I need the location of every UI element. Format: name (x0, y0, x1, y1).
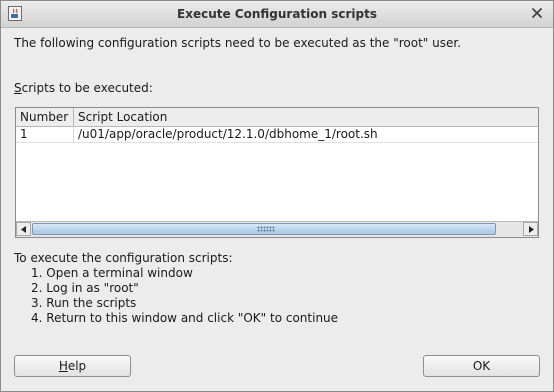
arrow-right-icon (529, 226, 534, 233)
intro-text: The following configuration scripts need… (14, 36, 462, 50)
scroll-left-button[interactable] (16, 222, 31, 236)
title-bar[interactable]: Execute Configuration scripts (1, 1, 553, 28)
scripts-label-mnemonic: S (14, 81, 22, 95)
scrollbar-thumb[interactable] (32, 223, 496, 235)
table-row[interactable]: 1 /u01/app/oracle/product/12.1.0/dbhome_… (16, 126, 538, 143)
dialog-window: Execute Configuration scripts The follow… (0, 0, 554, 392)
help-button-rest: elp (67, 359, 87, 373)
scripts-label-rest: cripts to be executed: (21, 81, 153, 95)
column-header-script-location[interactable]: Script Location (74, 108, 538, 126)
ok-button[interactable]: OK (423, 355, 540, 377)
help-button-mnemonic: H (58, 359, 68, 373)
instructions: To execute the configuration scripts: 1.… (14, 251, 338, 326)
cell-script-location: /u01/app/oracle/product/12.1.0/dbhome_1/… (78, 127, 378, 141)
cell-number: 1 (16, 126, 74, 142)
column-header-number[interactable]: Number (16, 108, 74, 126)
instruction-step: 2. Log in as "root" (31, 281, 139, 295)
help-button[interactable]: Help (14, 355, 131, 377)
arrow-left-icon (21, 226, 26, 233)
scripts-table[interactable]: Number Script Location 1 /u01/app/oracle… (15, 107, 539, 238)
table-header: Number Script Location (16, 108, 538, 127)
dialog-title: Execute Configuration scripts (177, 7, 377, 21)
close-icon[interactable] (529, 5, 545, 21)
instruction-step: 3. Run the scripts (31, 296, 137, 310)
instructions-steps: 1. Open a terminal window 2. Log in as "… (14, 266, 338, 326)
scroll-right-button[interactable] (523, 222, 538, 236)
horizontal-scrollbar[interactable] (16, 221, 538, 237)
instruction-step: 4. Return to this window and click "OK" … (31, 311, 339, 325)
scripts-label: Scripts to be executed: (14, 81, 153, 95)
instruction-step: 1. Open a terminal window (31, 266, 193, 280)
instructions-heading: To execute the configuration scripts: (14, 251, 233, 265)
grip-icon (257, 226, 275, 232)
